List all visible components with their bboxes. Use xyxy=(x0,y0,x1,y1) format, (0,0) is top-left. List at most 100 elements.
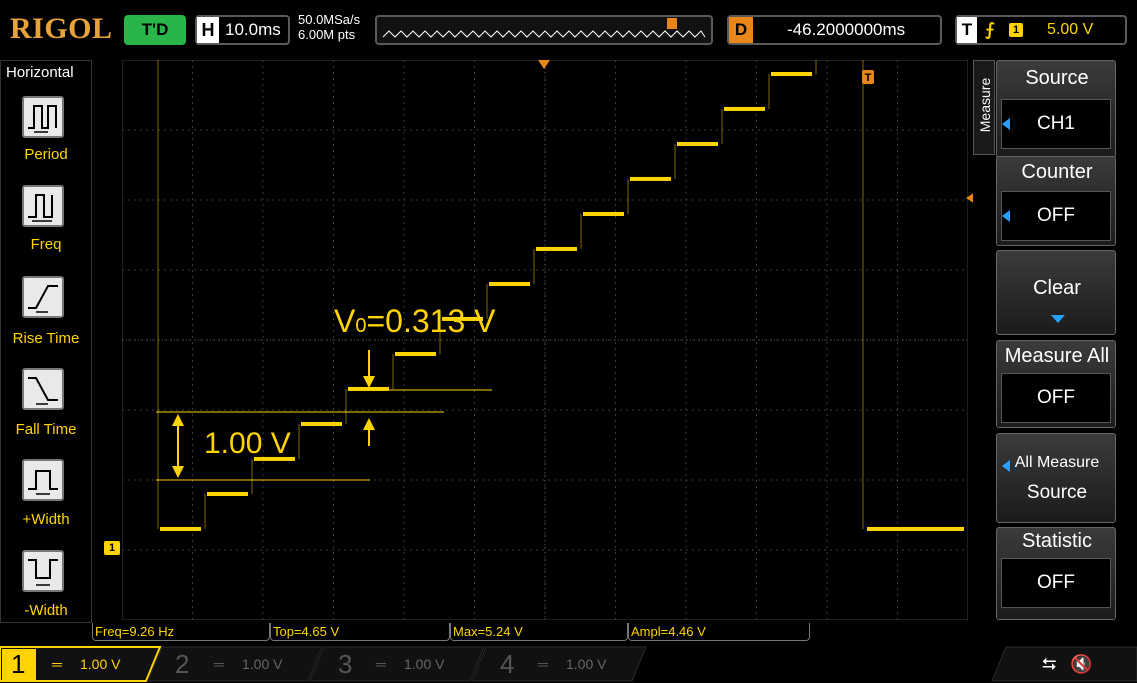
period-label: Period xyxy=(24,146,68,163)
top-measurement[interactable]: Top=4.65 V xyxy=(270,623,450,641)
ch2-coupling-icon: ═ xyxy=(214,656,224,672)
measure-menu-tab-label: Measure xyxy=(977,77,993,133)
trigger-indicator[interactable]: T ⨍ 1 5.00 V xyxy=(955,15,1127,45)
trigger-source-badge: 1 xyxy=(1009,23,1023,37)
left-arrow-icon xyxy=(1002,460,1010,472)
left-arrow-icon xyxy=(1002,210,1010,222)
ch3-coupling-icon: ═ xyxy=(376,656,386,672)
speaker-muted-icon: 🔇 xyxy=(1070,654,1093,674)
measure-all-softkey[interactable]: Measure All OFF xyxy=(996,340,1116,428)
waveform-display[interactable]: T xyxy=(122,60,968,620)
left-menu-title: Horizontal xyxy=(6,64,74,81)
run-mode-badge[interactable]: T'D xyxy=(124,15,186,45)
left-arrow-icon xyxy=(1002,118,1010,130)
source-value: CH1 xyxy=(1036,113,1075,134)
statistic-softkey[interactable]: Statistic OFF xyxy=(996,527,1116,620)
positive-width-button[interactable] xyxy=(22,459,64,501)
positive-width-label: +Width xyxy=(22,511,70,528)
sample-rate: 50.0MSa/s xyxy=(298,12,361,27)
trigger-time-marker[interactable]: T xyxy=(862,70,874,84)
measurement-results-bar: Freq=9.26 Hz Top=4.65 V Max=5.24 V Ampl=… xyxy=(92,623,812,643)
waveform-step xyxy=(677,142,718,146)
trigger-key: T xyxy=(957,17,977,43)
step-voltage-annotation: V0=0.313 V xyxy=(334,303,495,340)
freq-measurement[interactable]: Freq=9.26 Hz xyxy=(92,623,270,641)
negative-width-icon xyxy=(28,559,58,586)
negative-width-label: -Width xyxy=(24,602,68,619)
rise-time-button[interactable] xyxy=(22,276,64,318)
chevron-down-icon xyxy=(1051,315,1065,323)
usb-icon: ⮀ xyxy=(1042,654,1057,674)
ch4-number[interactable]: 4 xyxy=(500,645,514,683)
fall-time-button[interactable] xyxy=(22,368,64,410)
ch4-coupling-icon: ═ xyxy=(538,656,548,672)
measure-menu-tab[interactable]: Measure xyxy=(973,60,995,155)
source-softkey[interactable]: Source CH1 xyxy=(996,60,1116,158)
counter-softkey[interactable]: Counter OFF xyxy=(996,156,1116,246)
positive-width-icon xyxy=(28,470,58,495)
clear-softkey[interactable]: Clear xyxy=(996,250,1116,335)
measure-all-softkey-label: Measure All xyxy=(1004,345,1110,367)
freq-label: Freq xyxy=(30,236,62,253)
all-measure-source-softkey[interactable]: All Measure Source xyxy=(996,433,1116,523)
waveform-step xyxy=(583,212,624,216)
ch1-number[interactable]: 1 xyxy=(11,645,25,683)
ch1-scale[interactable]: 1.00 V xyxy=(80,645,120,683)
delay-indicator[interactable]: D -46.2000000ms xyxy=(727,15,942,45)
rigol-logo: RIGOL xyxy=(10,12,113,45)
ch4-scale[interactable]: 1.00 V xyxy=(566,645,606,683)
ch2-scale[interactable]: 1.00 V xyxy=(242,645,282,683)
channel-status-bar: 1 ═ 1.00 V 2 ═ 1.00 V 3 ═ 1.00 V 4 ═ 1.0… xyxy=(0,645,1137,683)
trigger-time-marker-label: T xyxy=(865,72,872,84)
waveform-step xyxy=(395,352,436,356)
clear-softkey-label: Clear xyxy=(1033,277,1081,299)
acquisition-info: 50.0MSa/s 6.00M pts xyxy=(298,12,360,42)
rise-time-icon xyxy=(28,285,58,313)
memory-map-bar[interactable] xyxy=(375,15,713,45)
memory-depth: 6.00M pts xyxy=(298,27,356,42)
all-measure-source-line1: All Measure xyxy=(1014,454,1100,471)
counter-value-box: OFF xyxy=(1001,191,1111,241)
statistic-value-box: OFF xyxy=(1001,558,1111,608)
delay-value: -46.2000000ms xyxy=(787,20,906,39)
delay-key: D xyxy=(729,17,753,43)
negative-width-button[interactable] xyxy=(22,550,64,592)
measure-all-value-box: OFF xyxy=(1001,373,1111,423)
waveform-step xyxy=(630,176,671,181)
freq-icon xyxy=(28,194,53,222)
memory-trigger-marker xyxy=(667,18,677,29)
period-button[interactable] xyxy=(22,96,64,138)
waveform-step xyxy=(207,492,248,496)
counter-value: OFF xyxy=(1037,205,1075,226)
fall-time-label: Fall Time xyxy=(15,421,77,438)
waveform-step xyxy=(771,72,812,76)
ch1-coupling-icon: ═ xyxy=(52,656,62,672)
period-icon xyxy=(28,105,57,133)
ch1-ground-marker[interactable]: 1 xyxy=(104,541,120,555)
waveform-idle-low xyxy=(867,526,964,531)
statistic-softkey-label: Statistic xyxy=(1021,530,1093,552)
rising-edge-icon: ⨍ xyxy=(985,20,995,39)
ch3-scale[interactable]: 1.00 V xyxy=(404,645,444,683)
freq-button[interactable] xyxy=(22,185,64,227)
all-measure-source-line2: Source xyxy=(1026,482,1088,503)
waveform-step xyxy=(160,526,201,531)
step-annotation-base: V xyxy=(334,303,356,339)
trigger-level: 5.00 V xyxy=(1047,21,1094,38)
source-value-box: CH1 xyxy=(1001,99,1111,149)
counter-softkey-label: Counter xyxy=(1021,161,1093,183)
horizontal-key: H xyxy=(197,17,219,43)
max-measurement[interactable]: Max=5.24 V xyxy=(450,623,628,641)
ch2-number[interactable]: 2 xyxy=(175,645,189,683)
timebase-indicator[interactable]: H 10.0ms xyxy=(195,15,290,45)
ch3-number[interactable]: 3 xyxy=(338,645,352,683)
span-voltage-annotation: 1.00 V xyxy=(204,427,291,460)
source-softkey-label: Source xyxy=(1025,67,1089,89)
waveform-step xyxy=(489,282,530,286)
waveform-step xyxy=(536,246,577,251)
fall-time-icon xyxy=(28,377,58,405)
step-annotation-value: =0.313 V xyxy=(366,303,496,339)
memory-waveform-icon xyxy=(382,18,706,38)
ampl-measurement[interactable]: Ampl=4.46 V xyxy=(628,623,810,641)
statistic-value: OFF xyxy=(1037,572,1075,593)
